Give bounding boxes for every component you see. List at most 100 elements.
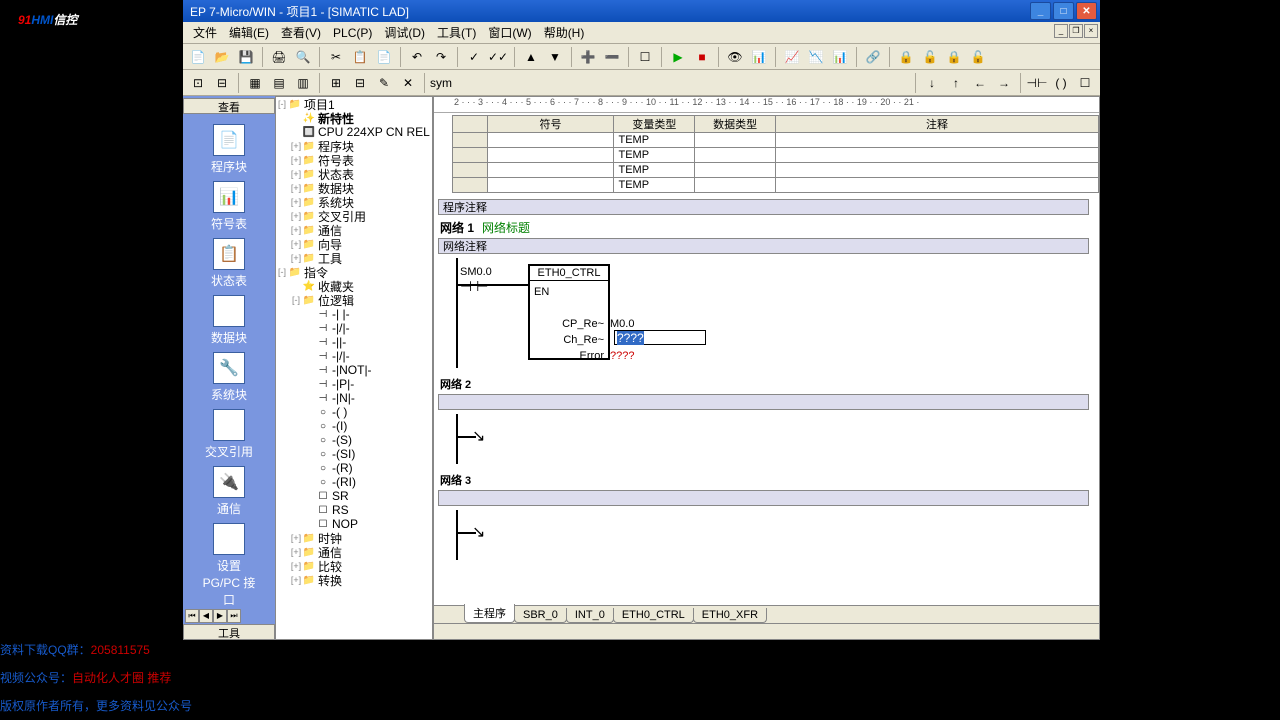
tab-sbr0[interactable]: SBR_0: [514, 608, 567, 623]
menu-window[interactable]: 窗口(W): [482, 22, 537, 43]
nav-item-4[interactable]: 🔧系统块: [201, 352, 257, 403]
tree-row[interactable]: ⊣-||-: [276, 335, 432, 349]
pin-chre-input[interactable]: ????: [614, 330, 706, 345]
new-icon[interactable]: 📄: [187, 46, 209, 68]
tab-int0[interactable]: INT_0: [566, 608, 614, 623]
tab-eth0xfr[interactable]: ETH0_XFR: [693, 608, 767, 623]
compile-icon[interactable]: ✓: [463, 46, 485, 68]
tree-row[interactable]: [+]📁向导: [276, 237, 432, 251]
link-icon[interactable]: 🔗: [862, 46, 884, 68]
upload-icon[interactable]: ▲: [520, 46, 542, 68]
scrollbar-h[interactable]: [434, 623, 1099, 639]
tab-first[interactable]: ⏮: [185, 609, 199, 623]
tree-row[interactable]: ☐RS: [276, 503, 432, 517]
tab-next[interactable]: ▶: [213, 609, 227, 623]
variable-table[interactable]: 符号变量类型数据类型注释 TEMPTEMPTEMPTEMP: [452, 115, 1099, 193]
chart3-icon[interactable]: 📊: [829, 46, 851, 68]
minimize-button[interactable]: _: [1030, 2, 1051, 20]
function-block[interactable]: ETH0_CTRL EN CP_Re~ M0.0 Ch_Re~ ???? Err…: [528, 264, 610, 360]
wire-left-icon[interactable]: ←: [969, 72, 991, 94]
status-icon[interactable]: 📊: [748, 46, 770, 68]
tool-i-icon[interactable]: ✕: [397, 72, 419, 94]
tree-row[interactable]: [+]📁转换: [276, 573, 432, 587]
nav-item-5[interactable]: ↔交叉引用: [201, 409, 257, 460]
nav-item-6[interactable]: 🔌通信: [201, 466, 257, 517]
close-button[interactable]: ✕: [1076, 2, 1097, 20]
tool-h-icon[interactable]: ✎: [373, 72, 395, 94]
wire-right-icon[interactable]: →: [993, 72, 1015, 94]
tree-row[interactable]: [+]📁交叉引用: [276, 209, 432, 223]
nav-item-3[interactable]: 🗄数据块: [201, 295, 257, 346]
tree-row[interactable]: ⊣-|/|-: [276, 321, 432, 335]
ladder-area[interactable]: 程序注释 网络 1网络标题 网络注释 SM0.0 ⊣ ⊢ ETH0_CTRL E…: [434, 193, 1099, 605]
pin-error-value[interactable]: ????: [610, 350, 634, 362]
redo-icon[interactable]: ↷: [430, 46, 452, 68]
tree-row[interactable]: [+]📁比较: [276, 559, 432, 573]
tool-a-icon[interactable]: ⊡: [187, 72, 209, 94]
menu-debug[interactable]: 调试(D): [378, 22, 431, 43]
pin-cpre-value[interactable]: M0.0: [610, 318, 634, 330]
menu-view[interactable]: 查看(V): [275, 22, 327, 43]
mdi-close[interactable]: ×: [1084, 24, 1098, 38]
nav-item-0[interactable]: 📄程序块: [201, 124, 257, 175]
mdi-minimize[interactable]: _: [1054, 24, 1068, 38]
tree-row[interactable]: ○-( ): [276, 405, 432, 419]
tree-row[interactable]: [+]📁通信: [276, 223, 432, 237]
project-tree[interactable]: [-]📁项目1✨新特性🔲CPU 224XP CN REL[+]📁程序块[+]📁符…: [275, 96, 433, 640]
tree-row[interactable]: ⊣-|/|-: [276, 349, 432, 363]
tool-j-icon[interactable]: sym: [430, 72, 452, 94]
network1-ladder[interactable]: SM0.0 ⊣ ⊢ ETH0_CTRL EN CP_Re~ M0.0 Ch_Re…: [438, 258, 1099, 368]
tree-row[interactable]: ○-(S): [276, 433, 432, 447]
nav-header[interactable]: 查看: [183, 98, 275, 114]
nav-item-1[interactable]: 📊符号表: [201, 181, 257, 232]
insert-net-icon[interactable]: ➕: [577, 46, 599, 68]
chart1-icon[interactable]: 📈: [781, 46, 803, 68]
delete-net-icon[interactable]: ➖: [601, 46, 623, 68]
tree-row[interactable]: [+]📁工具: [276, 251, 432, 265]
tree-row[interactable]: [+]📁通信: [276, 545, 432, 559]
paste-icon[interactable]: 📄: [373, 46, 395, 68]
nav-item-7[interactable]: ⚙设置 PG/PC 接口: [201, 523, 257, 608]
tab-last[interactable]: ⏭: [227, 609, 241, 623]
nav-item-2[interactable]: 📋状态表: [201, 238, 257, 289]
tree-row[interactable]: [+]📁时钟: [276, 531, 432, 545]
lock4-icon[interactable]: 🔓: [967, 46, 989, 68]
lock2-icon[interactable]: 🔓: [919, 46, 941, 68]
nav-footer[interactable]: 工具: [183, 624, 275, 640]
tree-row[interactable]: [-]📁位逻辑: [276, 293, 432, 307]
network1-comment[interactable]: 网络注释: [438, 238, 1089, 254]
compile-all-icon[interactable]: ✓✓: [487, 46, 509, 68]
mdi-restore[interactable]: ❐: [1069, 24, 1083, 38]
wire-up-icon[interactable]: ↑: [945, 72, 967, 94]
wire-down-icon[interactable]: ↓: [921, 72, 943, 94]
contact-icon[interactable]: ⊣⊢: [1026, 72, 1048, 94]
network3-comment[interactable]: [438, 490, 1089, 506]
program-comment[interactable]: 程序注释: [438, 199, 1089, 215]
tree-row[interactable]: ⊣-| |-: [276, 307, 432, 321]
tree-row[interactable]: ⊣-|P|-: [276, 377, 432, 391]
stop-icon[interactable]: ■: [691, 46, 713, 68]
run-icon[interactable]: ▶: [667, 46, 689, 68]
download-icon[interactable]: ▼: [544, 46, 566, 68]
tool-f-icon[interactable]: ⊞: [325, 72, 347, 94]
tree-row[interactable]: ○-(RI): [276, 475, 432, 489]
copy-icon[interactable]: 📋: [349, 46, 371, 68]
tree-row[interactable]: ✨新特性: [276, 111, 432, 125]
titlebar[interactable]: EP 7-Micro/WIN - 项目1 - [SIMATIC LAD] _ □…: [183, 0, 1100, 22]
tool-e-icon[interactable]: ▥: [292, 72, 314, 94]
tree-row[interactable]: ⊣-|N|-: [276, 391, 432, 405]
open-icon[interactable]: 📂: [211, 46, 233, 68]
menu-edit[interactable]: 编辑(E): [223, 22, 275, 43]
tree-row[interactable]: ○-(R): [276, 461, 432, 475]
tab-main[interactable]: 主程序: [464, 604, 515, 623]
lock3-icon[interactable]: 🔒: [943, 46, 965, 68]
tab-prev[interactable]: ◀: [199, 609, 213, 623]
tool-d-icon[interactable]: ▤: [268, 72, 290, 94]
maximize-button[interactable]: □: [1053, 2, 1074, 20]
network2-ladder[interactable]: ↘: [438, 414, 1099, 464]
contact-sm00[interactable]: SM0.0: [460, 266, 492, 278]
save-icon[interactable]: 💾: [235, 46, 257, 68]
tool-g-icon[interactable]: ⊟: [349, 72, 371, 94]
tree-row[interactable]: ○-(I): [276, 419, 432, 433]
box-icon[interactable]: ☐: [1074, 72, 1096, 94]
